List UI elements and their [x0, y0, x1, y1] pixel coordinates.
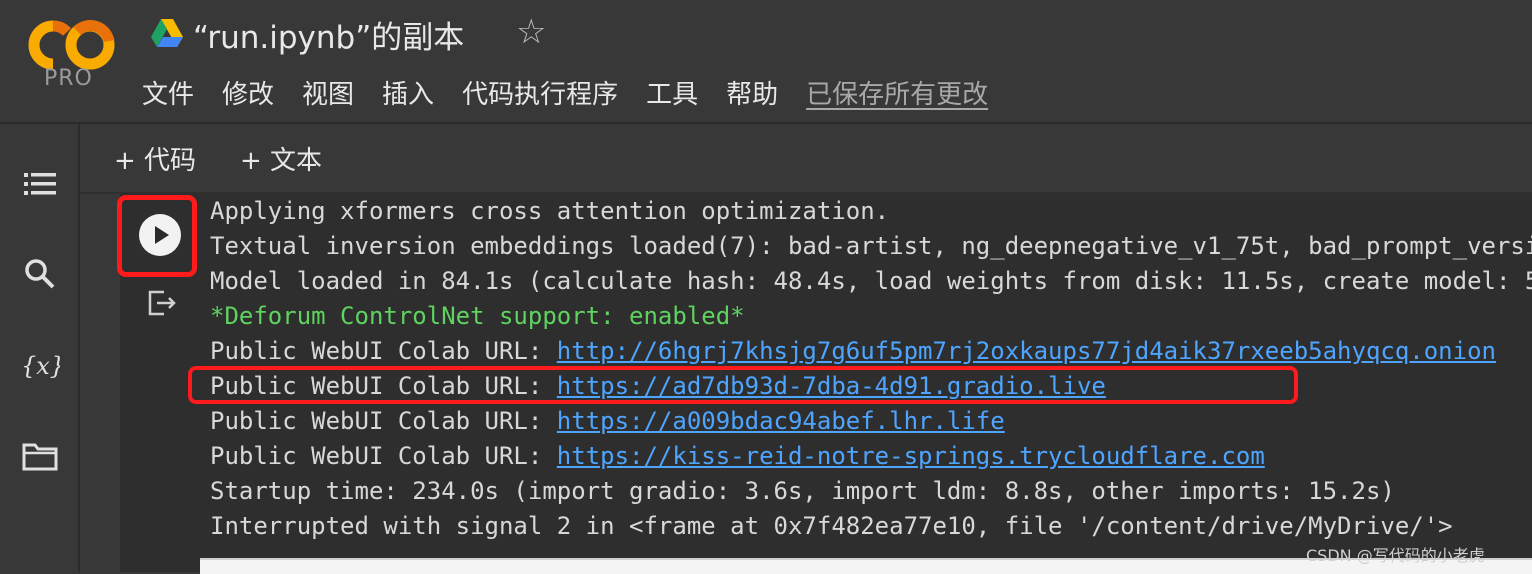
controlnet-status-text: *Deforum ControlNet support: enabled* — [210, 302, 745, 330]
lhr-url-link[interactable]: https://a009bdac94abef.lhr.life — [557, 407, 1005, 435]
cloudflare-url-link[interactable]: https://kiss-reid-notre-springs.trycloud… — [557, 442, 1265, 470]
folder-icon[interactable] — [20, 436, 60, 476]
star-icon[interactable]: ☆ — [516, 12, 546, 52]
left-sidebar: {x} — [0, 124, 80, 572]
output-line: Model loaded in 84.1s (calculate hash: 4… — [210, 267, 1532, 295]
add-code-button[interactable]: + 代码 — [114, 140, 196, 177]
output-line: Textual inversion embeddings loaded(7): … — [210, 232, 1532, 260]
notebook-title[interactable]: “run.ipynb”的副本 — [193, 12, 464, 57]
output-line: Startup time: 234.0s (import gradio: 3.6… — [210, 477, 1395, 505]
variables-icon[interactable]: {x} — [20, 346, 60, 386]
gradio-url-highlight-box — [188, 366, 1298, 404]
svg-text:{x}: {x} — [21, 352, 60, 380]
menu-insert[interactable]: 插入 — [382, 74, 434, 111]
menu-bar: 文件 修改 视图 插入 代码执行程序 工具 帮助 已保存所有更改 — [142, 74, 988, 111]
search-icon[interactable] — [20, 254, 60, 294]
menu-tools[interactable]: 工具 — [646, 74, 698, 111]
url-label: Public WebUI Colab URL: — [210, 337, 557, 365]
output-line: Applying xformers cross attention optimi… — [210, 197, 890, 225]
menu-help[interactable]: 帮助 — [726, 74, 778, 111]
onion-url-link[interactable]: http://6hgrj7khsjg7g6uf5pm7rj2oxkaups77j… — [557, 337, 1496, 365]
colab-header: PRO “run.ipynb”的副本 ☆ 文件 修改 视图 插入 代码执行程序 … — [0, 0, 1532, 122]
saved-status-link[interactable]: 已保存所有更改 — [806, 74, 988, 111]
cell-gutter — [80, 194, 120, 572]
csdn-watermark: CSDN @写代码的小老虎 — [1306, 546, 1485, 565]
run-button-highlight-box — [117, 195, 197, 277]
menu-edit[interactable]: 修改 — [222, 74, 274, 111]
output-redirect-icon[interactable] — [146, 288, 180, 318]
menu-view[interactable]: 视图 — [302, 74, 354, 111]
pro-badge: PRO — [44, 66, 93, 91]
table-of-contents-icon[interactable] — [20, 164, 60, 204]
url-label: Public WebUI Colab URL: — [210, 407, 557, 435]
url-label: Public WebUI Colab URL: — [210, 442, 557, 470]
menu-runtime[interactable]: 代码执行程序 — [462, 74, 618, 111]
output-line: Public WebUI Colab URL: http://6hgrj7khs… — [210, 334, 1496, 368]
output-line: Public WebUI Colab URL: https://a009bdac… — [210, 404, 1005, 438]
menu-file[interactable]: 文件 — [142, 74, 194, 111]
output-line: Public WebUI Colab URL: https://kiss-rei… — [210, 439, 1265, 473]
google-drive-icon[interactable] — [150, 18, 184, 48]
cell-toolbar: + 代码 + 文本 — [80, 124, 1532, 194]
output-line: *Deforum ControlNet support: enabled* — [210, 299, 745, 333]
add-text-button[interactable]: + 文本 — [240, 140, 322, 177]
output-line: Interrupted with signal 2 in <frame at 0… — [210, 512, 1453, 540]
